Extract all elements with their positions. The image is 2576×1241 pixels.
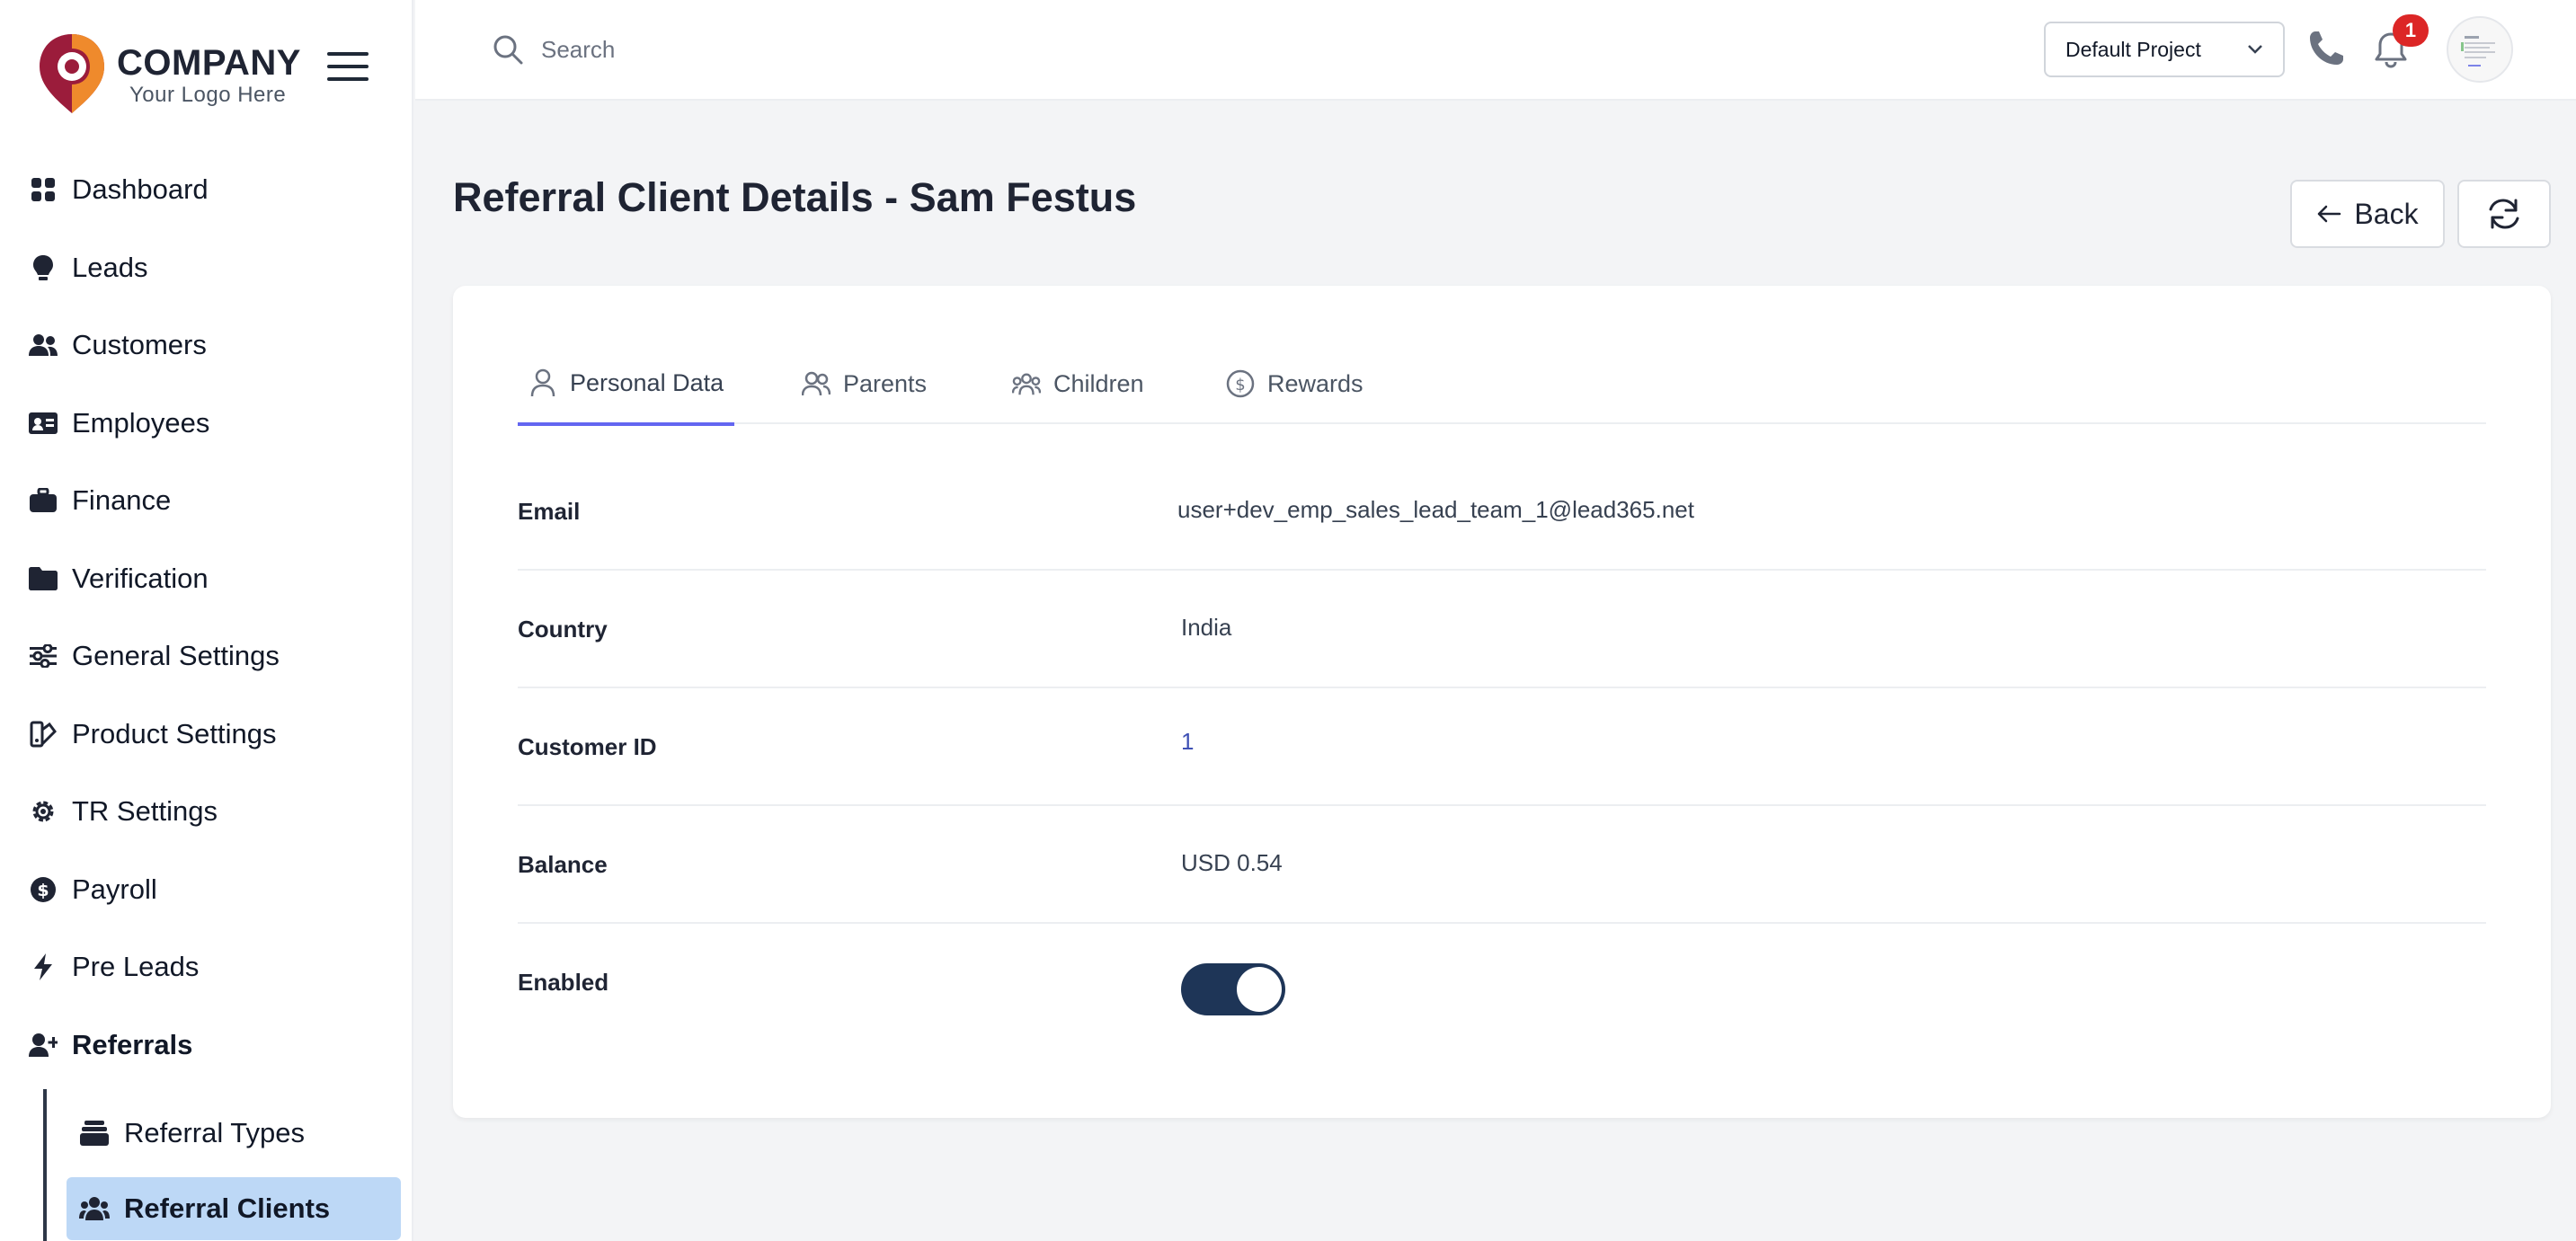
sidebar-item-product-settings[interactable]: Product Settings — [0, 696, 413, 774]
tab-label: Rewards — [1267, 369, 1364, 397]
detail-value-balance: USD 0.54 — [1181, 849, 1283, 876]
sidebar-item-tr-settings[interactable]: TR Settings — [0, 773, 413, 851]
sidebar-item-pre-leads[interactable]: Pre Leads — [0, 928, 413, 1006]
project-select-value: Default Project — [2065, 37, 2201, 61]
detail-label: Balance — [518, 851, 608, 878]
tab-parents[interactable]: Parents — [791, 343, 937, 424]
detail-value-email: user+dev_emp_sales_lead_team_1@lead365.n… — [1177, 496, 1694, 523]
bolt-icon — [29, 953, 58, 981]
layers-icon — [79, 1118, 110, 1148]
users-icon — [29, 331, 58, 359]
referrals-submenu: Referral Types Referral Clients — [43, 1089, 403, 1241]
detail-row-enabled: Enabled — [518, 924, 2486, 1042]
tab-label: Parents — [843, 369, 928, 397]
search-input[interactable] — [541, 31, 1080, 68]
sliders-icon — [29, 642, 58, 670]
notification-badge: 1 — [2393, 14, 2429, 47]
project-select[interactable]: Default Project — [2044, 22, 2285, 77]
tab-personal-data[interactable]: Personal Data — [518, 343, 735, 426]
avatar-thumbnail-icon — [2461, 36, 2495, 66]
enabled-toggle[interactable] — [1181, 963, 1285, 1015]
id-card-icon — [29, 409, 58, 438]
tab-rewards[interactable]: $ Rewards — [1215, 343, 1374, 424]
tab-label: Personal Data — [570, 368, 724, 396]
briefcase-icon — [29, 486, 58, 515]
sidebar-subitem-label: Referral Types — [124, 1117, 306, 1148]
sidebar-item-label: Customers — [72, 329, 207, 361]
detail-value-country: India — [1181, 614, 1232, 641]
sidebar-item-referrals[interactable]: Referrals — [0, 1006, 413, 1085]
sidebar-item-payroll[interactable]: $ Payroll — [0, 851, 413, 929]
sidebar-item-label: Payroll — [72, 873, 157, 905]
users-icon — [79, 1193, 110, 1224]
sidebar-item-label: Product Settings — [72, 717, 277, 749]
gear-icon — [29, 797, 58, 826]
sidebar-item-label: Dashboard — [72, 173, 209, 206]
sidebar-item-label: Finance — [72, 484, 172, 517]
back-button[interactable]: Back — [2290, 180, 2445, 248]
sidebar-item-label: Employees — [72, 406, 210, 439]
detail-row-country: Country India — [518, 571, 2486, 688]
sidebar-item-label: Referrals — [72, 1028, 193, 1060]
toggle-knob — [1237, 967, 1282, 1012]
palette-icon — [29, 720, 58, 749]
user-plus-icon — [29, 1031, 58, 1059]
svg-text:$: $ — [37, 881, 49, 900]
logo-icon — [40, 34, 104, 113]
sidebar-item-dashboard[interactable]: Dashboard — [0, 151, 413, 229]
brand-tagline: Your Logo Here — [129, 83, 287, 107]
back-button-label: Back — [2354, 197, 2419, 230]
sidebar-nav: Dashboard Leads Customers Employees Fina… — [0, 151, 413, 1084]
detail-label: Enabled — [518, 969, 609, 996]
menu-toggle-icon[interactable] — [327, 52, 369, 84]
tab-bar: Personal Data Parents Children $ Rewards — [518, 343, 2486, 426]
dollar-circle-icon: $ — [1226, 369, 1255, 398]
tab-label: Children — [1053, 369, 1144, 397]
dollar-circle-icon: $ — [29, 875, 58, 904]
details-card: Personal Data Parents Children $ Rewards… — [453, 286, 2551, 1118]
customer-id-link[interactable]: 1 — [1181, 728, 1194, 756]
refresh-button[interactable] — [2457, 180, 2551, 248]
sidebar-subitem-label: Referral Clients — [124, 1192, 331, 1224]
detail-row-email: Email user+dev_emp_sales_lead_team_1@lea… — [518, 453, 2486, 571]
detail-label: Country — [518, 616, 608, 643]
user-icon — [529, 368, 557, 397]
sidebar: COMPANY Your Logo Here Dashboard Leads C… — [0, 0, 413, 1241]
chevron-down-icon — [2248, 45, 2262, 54]
sidebar-item-employees[interactable]: Employees — [0, 385, 413, 463]
dashboard-icon — [29, 175, 58, 204]
sidebar-item-label: Leads — [72, 251, 148, 283]
sidebar-item-leads[interactable]: Leads — [0, 229, 413, 307]
sidebar-subitem-referral-types[interactable]: Referral Types — [67, 1102, 401, 1165]
sidebar-item-finance[interactable]: Finance — [0, 462, 413, 540]
sidebar-item-verification[interactable]: Verification — [0, 540, 413, 618]
brand-name: COMPANY — [117, 43, 301, 83]
sidebar-item-customers[interactable]: Customers — [0, 306, 413, 385]
refresh-icon — [2489, 199, 2519, 229]
avatar[interactable] — [2447, 16, 2513, 83]
search-icon — [493, 35, 523, 65]
sidebar-subitem-referral-clients[interactable]: Referral Clients — [67, 1177, 401, 1240]
folder-icon — [29, 564, 58, 593]
tab-children[interactable]: Children — [1001, 343, 1155, 424]
svg-text:$: $ — [1235, 376, 1245, 394]
detail-row-balance: Balance USD 0.54 — [518, 806, 2486, 924]
lightbulb-icon — [29, 253, 58, 282]
arrow-left-icon — [2318, 205, 2341, 223]
sidebar-item-label: General Settings — [72, 640, 280, 672]
detail-label: Customer ID — [518, 733, 657, 760]
brand[interactable]: COMPANY Your Logo Here — [36, 31, 378, 117]
detail-label: Email — [518, 498, 581, 525]
details-list: Email user+dev_emp_sales_lead_team_1@lea… — [518, 453, 2486, 1042]
phone-icon[interactable] — [2306, 29, 2346, 68]
sidebar-item-general-settings[interactable]: General Settings — [0, 617, 413, 696]
sidebar-item-label: Verification — [72, 562, 209, 594]
top-bar: Default Project 1 — [415, 0, 2576, 101]
sidebar-item-label: TR Settings — [72, 795, 218, 828]
sidebar-item-label: Pre Leads — [72, 951, 200, 983]
group-icon — [1012, 369, 1041, 398]
page-title: Referral Client Details - Sam Festus — [453, 174, 1137, 220]
users-icon — [802, 369, 831, 398]
detail-row-customer-id: Customer ID 1 — [518, 688, 2486, 806]
